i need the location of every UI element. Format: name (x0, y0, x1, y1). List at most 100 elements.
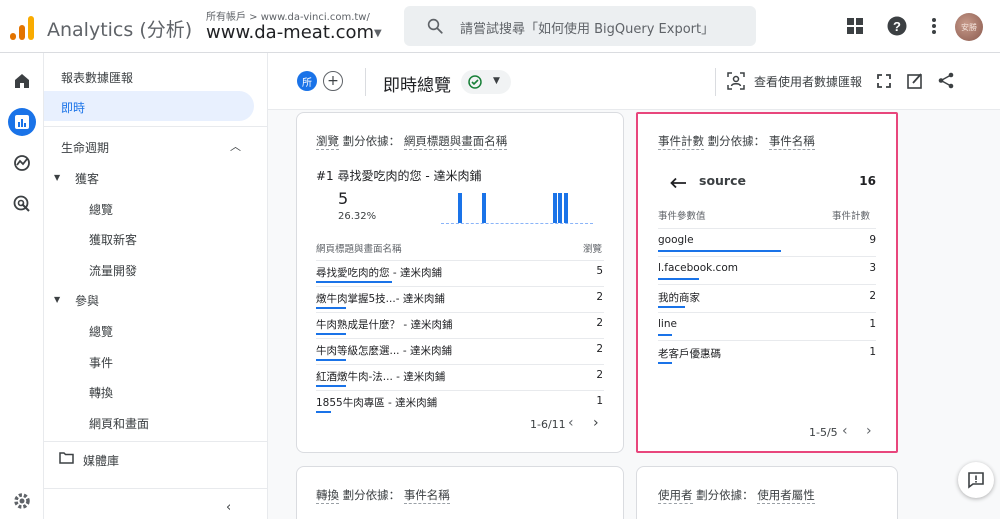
more-vert-icon[interactable] (922, 14, 946, 38)
table-row-label[interactable]: 我的商家 (658, 290, 700, 305)
apps-grid-icon[interactable] (843, 14, 867, 38)
reports-icon[interactable] (8, 108, 36, 136)
top-item-value: 5 (338, 189, 349, 208)
share-icon[interactable] (938, 72, 955, 89)
card-dimension[interactable]: 事件名稱 (768, 134, 815, 150)
home-icon[interactable] (8, 67, 36, 95)
nav-item-conversions[interactable]: 轉換 (89, 384, 113, 401)
card-metric[interactable]: 事件計數 (658, 134, 704, 150)
view-user-snapshot-link[interactable]: 查看使用者數據匯報 (754, 73, 862, 90)
next-page-icon[interactable]: › (593, 415, 599, 431)
expand-triangle-icon[interactable]: ▼ (54, 173, 60, 182)
events-card (636, 112, 898, 453)
account-breadcrumb[interactable]: 所有帳戶 > www.da-vinci.com.tw/ (206, 8, 370, 23)
table-row-bar (658, 278, 699, 280)
table-row-label[interactable]: 紅酒燉牛肉-法... - 達米肉鋪 (316, 369, 445, 384)
table-row-label[interactable]: google (658, 234, 694, 246)
nav-section-lifecycle[interactable]: 生命週期 (61, 139, 109, 156)
nav-item-user-acquisition[interactable]: 獲取新客 (89, 231, 137, 248)
pages-card-title[interactable]: 瀏覽 劃分依據： 網頁標題與畫面名稱 (316, 133, 508, 150)
settings-gear-icon[interactable] (8, 487, 36, 515)
status-dropdown[interactable]: ▼ (461, 70, 511, 94)
pages-col-dimension: 網頁標題與畫面名稱 (316, 244, 402, 255)
table-row-label[interactable]: 1855牛肉專區 - 達米肉鋪 (316, 395, 437, 410)
property-selector[interactable]: www.da-meat.com (206, 22, 374, 43)
collapse-nav-chevron-icon[interactable]: ‹ (226, 500, 231, 515)
top-bar: Analytics (分析) 所有帳戶 > www.da-vinci.com.t… (0, 0, 1000, 53)
pages-col-metric: 瀏覽 (583, 244, 603, 255)
avatar[interactable]: 安勝 (955, 13, 983, 41)
card-metric[interactable]: 轉換 (316, 488, 339, 504)
analytics-logo[interactable] (10, 14, 36, 40)
prev-page-icon[interactable]: ‹ (842, 423, 848, 439)
nav-item-library[interactable]: 媒體庫 (83, 452, 119, 469)
table-row-label[interactable]: 尋找愛吃肉的您 - 達米肉鋪 (316, 265, 442, 280)
nav-divider (44, 126, 268, 127)
advertising-icon[interactable] (8, 190, 36, 218)
table-row-bar (316, 281, 392, 283)
folder-icon (59, 452, 74, 464)
check-circle-icon (468, 75, 482, 89)
nav-item-realtime[interactable]: 即時 (61, 99, 85, 116)
top-item-percent: 26.32% (338, 211, 377, 222)
table-row-label[interactable]: 牛肉等級怎麼選... - 達米肉鋪 (316, 343, 452, 358)
header-separator (365, 68, 366, 96)
card-metric[interactable]: 使用者 (658, 488, 693, 504)
prev-page-icon[interactable]: ‹ (568, 415, 574, 431)
user-snapshot-icon[interactable] (727, 72, 745, 90)
nav-item-acq-overview[interactable]: 總覽 (89, 201, 113, 218)
table-row-bar (316, 359, 346, 361)
fullscreen-icon[interactable] (877, 74, 891, 88)
feedback-icon (968, 472, 984, 489)
nav-item-events[interactable]: 事件 (89, 354, 113, 371)
table-row-bar (316, 385, 346, 387)
header-separator (715, 68, 716, 96)
table-row-label[interactable]: l.facebook.com (658, 262, 738, 274)
table-row-bar (316, 307, 346, 309)
app-title: Analytics (分析) (47, 19, 193, 41)
feedback-button[interactable] (958, 462, 994, 498)
search-icon (427, 18, 443, 34)
search-placeholder: 請嘗試搜尋「如何使用 BigQuery Export」 (460, 22, 715, 37)
help-icon[interactable]: ? (885, 14, 909, 38)
next-page-icon[interactable]: › (866, 423, 872, 439)
nav-section-reports[interactable]: 報表數據匯報 (61, 69, 133, 86)
table-row-value: 2 (596, 317, 603, 329)
card-by: 劃分依據： (342, 134, 401, 148)
sparkline-bar (482, 193, 486, 223)
nav-item-pages-screens[interactable]: 網頁和畫面 (89, 415, 149, 432)
table-row-label[interactable]: 牛肉熟成是什麼？ - 達米肉鋪 (316, 317, 452, 332)
chevron-up-icon[interactable]: ︿ (230, 138, 241, 154)
expand-triangle-icon[interactable]: ▼ (54, 295, 60, 304)
events-col-metric: 事件計數 (832, 211, 871, 222)
nav-item-traffic-acquisition[interactable]: 流量開發 (89, 262, 137, 279)
table-row-value: 5 (596, 265, 603, 277)
table-row-label[interactable]: 燉牛肉掌握5技...- 達米肉鋪 (316, 291, 445, 306)
table-row-divider (316, 390, 604, 391)
search-box[interactable]: 請嘗試搜尋「如何使用 BigQuery Export」 (404, 6, 756, 46)
table-row-label[interactable]: line (658, 318, 677, 330)
table-row-value: 9 (869, 234, 876, 246)
nav-group-engagement[interactable]: 參與 (75, 292, 99, 309)
drill-down-total: 16 (859, 174, 876, 188)
card-metric[interactable]: 瀏覽 (316, 134, 339, 150)
users-card-title[interactable]: 使用者 劃分依據： 使用者屬性 (658, 487, 815, 504)
back-arrow-icon[interactable] (670, 177, 687, 189)
explore-icon[interactable] (8, 149, 36, 177)
page-title: 即時總覽 (383, 76, 451, 96)
add-comparison-button[interactable]: + (323, 71, 343, 91)
card-dimension[interactable]: 事件名稱 (403, 488, 450, 504)
comparison-chip[interactable]: 所 (297, 71, 317, 91)
table-row-value: 1 (869, 318, 876, 330)
card-dimension[interactable]: 網頁標題與畫面名稱 (403, 134, 508, 150)
table-row-divider (658, 340, 876, 341)
nav-item-eng-overview[interactable]: 總覽 (89, 323, 113, 340)
conversions-card-title[interactable]: 轉換 劃分依據： 事件名稱 (316, 487, 450, 504)
customize-report-icon[interactable] (907, 72, 924, 89)
caret-down-icon[interactable]: ▼ (374, 28, 382, 39)
card-dimension[interactable]: 使用者屬性 (757, 488, 815, 504)
events-card-title[interactable]: 事件計數 劃分依據： 事件名稱 (658, 133, 815, 150)
table-row-label[interactable]: 老客戶優惠碼 (658, 346, 721, 361)
card-by: 劃分依據： (696, 488, 754, 502)
nav-group-acquisition[interactable]: 獲客 (75, 170, 99, 187)
